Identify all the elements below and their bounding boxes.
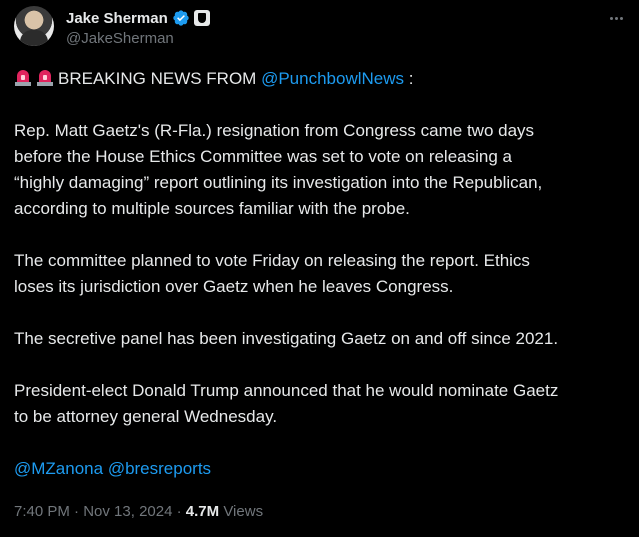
tweet-header: Jake Sherman @JakeSherman — [14, 6, 626, 50]
mention-link[interactable]: @PunchbowlNews — [261, 69, 404, 88]
siren-emoji-icon — [37, 70, 53, 86]
tweet-line: @MZanona @bresreports — [14, 456, 626, 482]
author-display-name[interactable]: Jake Sherman — [66, 10, 168, 27]
tweet-line: The committee planned to vote Friday on … — [14, 251, 530, 270]
tweet: Jake Sherman @JakeSherman BREAKING NEWS … — [0, 0, 639, 537]
tweet-line: BREAKING NEWS FROM @PunchbowlNews : — [14, 66, 626, 92]
tweet-time[interactable]: 7:40 PM — [14, 503, 70, 520]
views-count[interactable]: 4.7M — [186, 503, 219, 520]
author-name-row: Jake Sherman — [66, 8, 210, 28]
affiliate-badge-icon[interactable] — [193, 10, 210, 26]
siren-emoji-icon — [15, 70, 31, 86]
mention-link[interactable]: @bresreports — [108, 459, 211, 478]
author-handle[interactable]: @JakeSherman — [66, 30, 174, 47]
tweet-line: “highly damaging” report outlining its i… — [14, 173, 543, 192]
tweet-date[interactable]: Nov 13, 2024 — [83, 503, 172, 520]
verified-badge-icon[interactable] — [172, 9, 190, 27]
mention-link[interactable]: @MZanona — [14, 459, 103, 478]
tweet-line: according to multiple sources familiar w… — [14, 199, 410, 218]
tweet-line: The secretive panel has been investigati… — [14, 329, 559, 348]
tweet-line: to be attorney general Wednesday. — [14, 407, 278, 426]
views-label: Views — [223, 503, 264, 520]
tweet-line: loses its jurisdiction over Gaetz when h… — [14, 277, 454, 296]
tweet-text-fragment: : — [404, 69, 414, 88]
tweet-text: BREAKING NEWS FROM @PunchbowlNews : Rep.… — [14, 66, 626, 482]
tweet-meta: 7:40 PM · Nov 13, 2024 · 4.7M Views — [14, 503, 264, 520]
tweet-line: Rep. Matt Gaetz's (R-Fla.) resignation f… — [14, 121, 535, 140]
tweet-line: before the House Ethics Committee was se… — [14, 147, 512, 166]
tweet-text-fragment: BREAKING NEWS FROM — [58, 69, 262, 88]
avatar[interactable] — [14, 6, 54, 46]
more-icon[interactable] — [606, 8, 626, 28]
tweet-line: President-elect Donald Trump announced t… — [14, 381, 559, 400]
